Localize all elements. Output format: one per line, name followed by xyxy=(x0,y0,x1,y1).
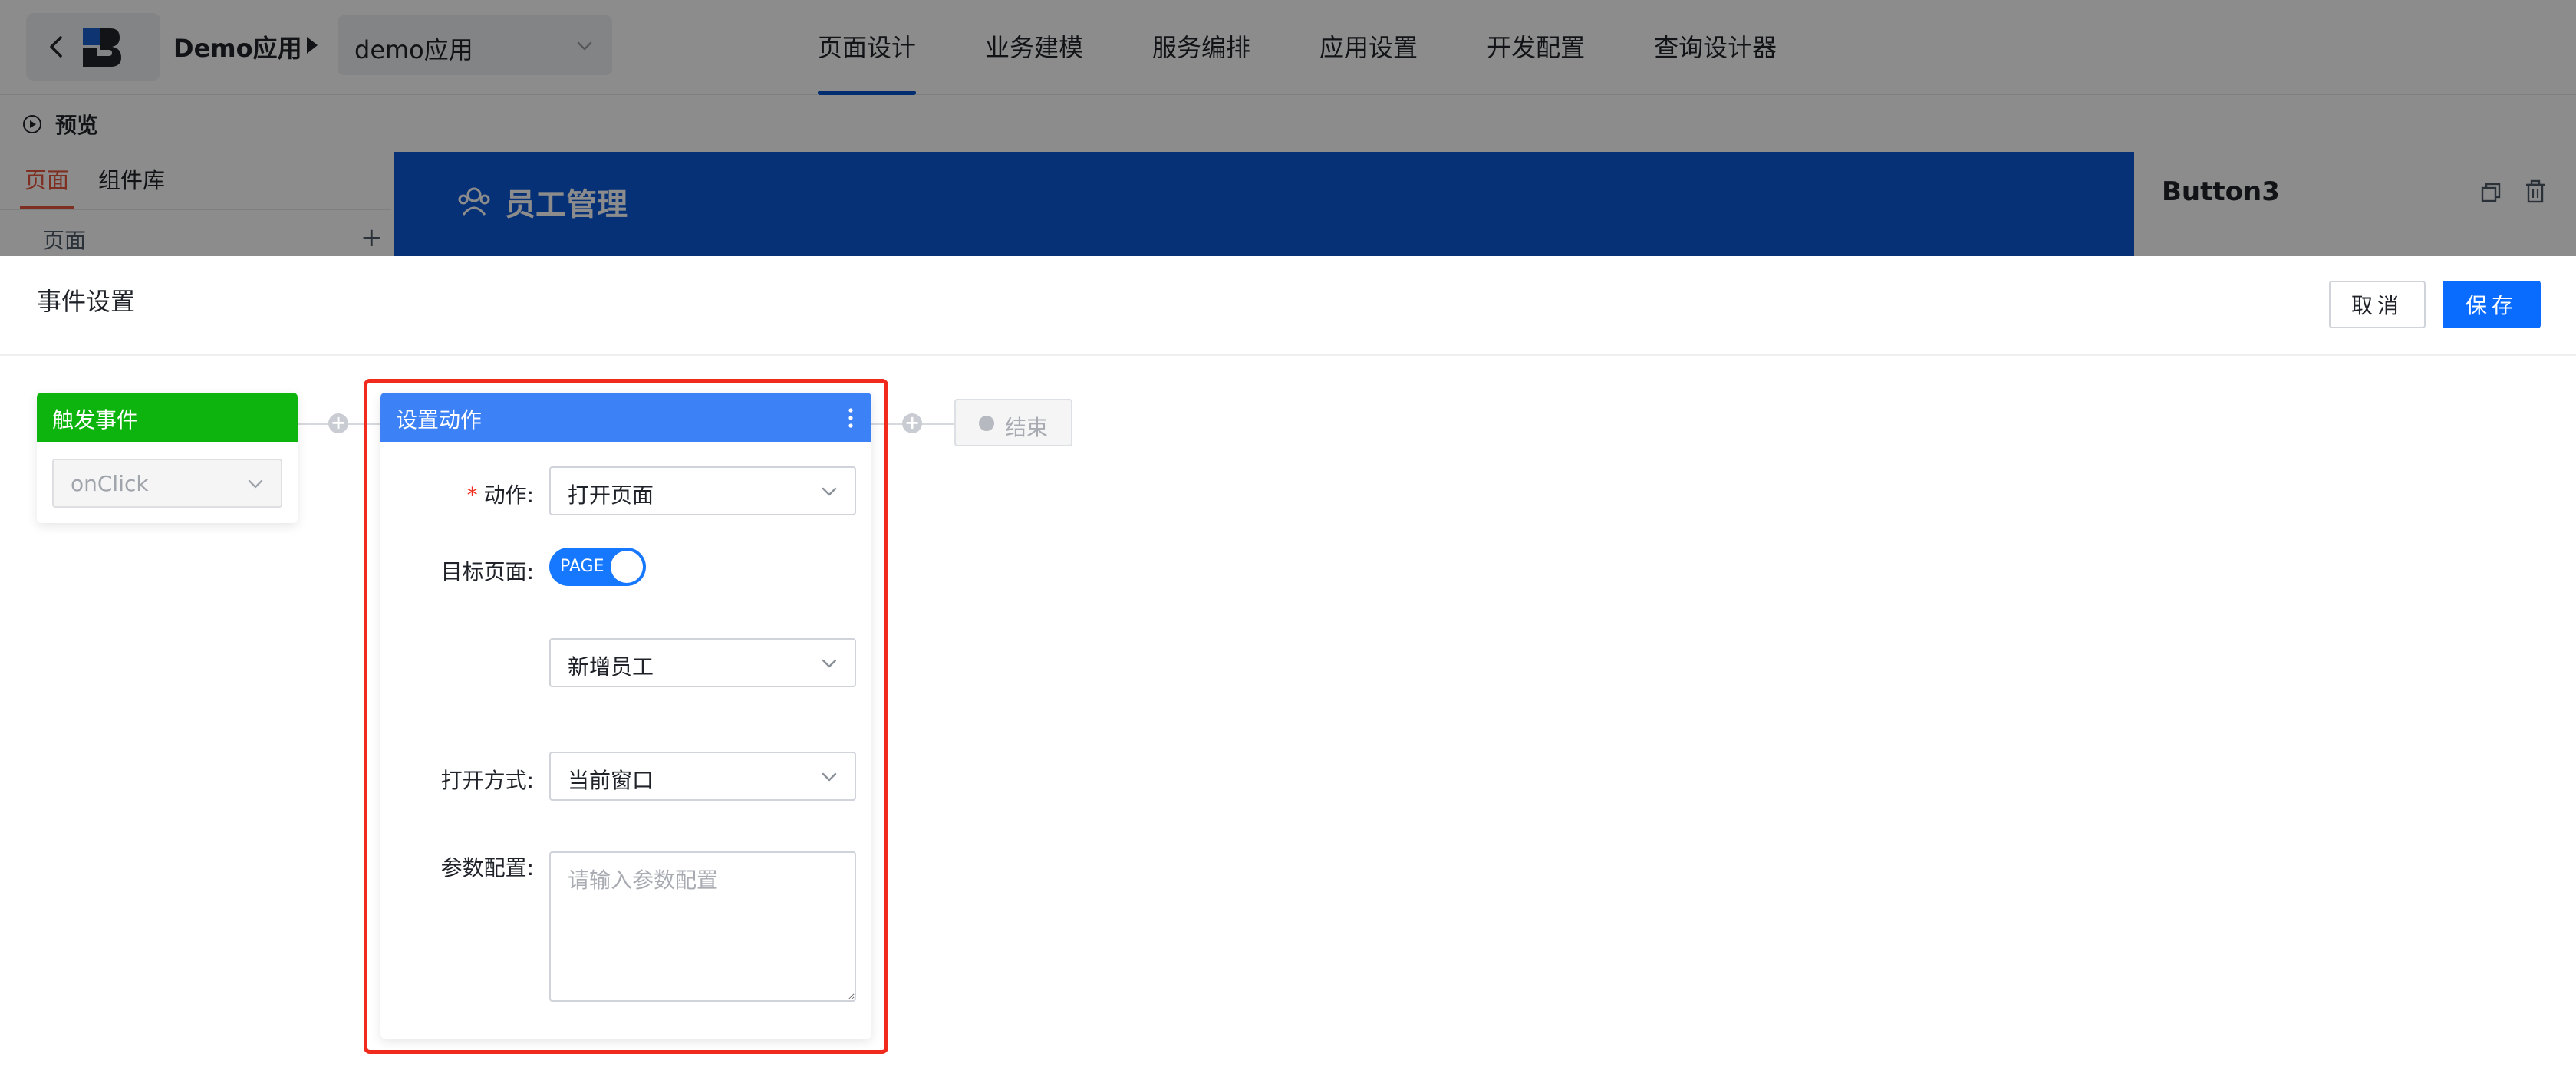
event-select[interactable]: onClick xyxy=(52,459,282,508)
chevron-down-icon xyxy=(822,659,837,668)
end-node: 结束 xyxy=(954,399,1072,446)
action-node-header: 设置动作 xyxy=(380,393,871,442)
event-select-value: onClick xyxy=(71,471,149,496)
action-select[interactable]: 打开页面 xyxy=(549,466,856,515)
required-mark: * xyxy=(466,482,478,508)
open-mode-select[interactable]: 当前窗口 xyxy=(549,752,856,801)
open-mode-value: 当前窗口 xyxy=(568,768,654,793)
more-vertical-icon[interactable] xyxy=(847,407,855,430)
set-action-node: 设置动作 * 动作: 打开页面 目标页面: PAGE 新增员工 打开方式: 当前… xyxy=(380,393,871,1039)
chevron-down-icon xyxy=(822,487,837,496)
toggle-text: PAGE xyxy=(560,557,604,576)
chevron-down-icon xyxy=(248,479,263,489)
action-field-label: * 动作: xyxy=(466,482,534,508)
drawer-header: 事件设置 取消 保存 xyxy=(0,256,2576,356)
action-select-value: 打开页面 xyxy=(568,482,654,508)
target-page-select[interactable]: 新增员工 xyxy=(549,638,856,687)
save-button[interactable]: 保存 xyxy=(2443,281,2541,328)
params-label: 参数配置: xyxy=(440,855,534,881)
trigger-node-header: 触发事件 xyxy=(37,393,298,442)
chevron-down-icon xyxy=(822,772,837,782)
open-mode-label: 打开方式: xyxy=(440,768,534,793)
end-dot-icon xyxy=(979,416,994,431)
drawer-title: 事件设置 xyxy=(37,287,136,316)
action-node-title: 设置动作 xyxy=(396,407,483,433)
target-page-toggle[interactable]: PAGE xyxy=(549,548,646,586)
trigger-node-title: 触发事件 xyxy=(52,407,139,433)
add-node-plus-icon[interactable]: + xyxy=(902,413,922,433)
cancel-button[interactable]: 取消 xyxy=(2329,281,2426,328)
trigger-event-node: 触发事件 onClick xyxy=(37,393,298,523)
target-page-value: 新增员工 xyxy=(568,654,654,680)
modal-overlay[interactable] xyxy=(0,0,2576,256)
params-textarea[interactable] xyxy=(549,851,856,1002)
toggle-knob xyxy=(611,551,643,583)
event-settings-drawer: 事件设置 取消 保存 + + 触发事件 onClick 设置动作 * 动作: 打… xyxy=(0,256,2576,1083)
add-node-plus-icon[interactable]: + xyxy=(328,413,348,433)
end-node-label: 结束 xyxy=(1005,415,1049,440)
target-page-label: 目标页面: xyxy=(440,559,534,584)
